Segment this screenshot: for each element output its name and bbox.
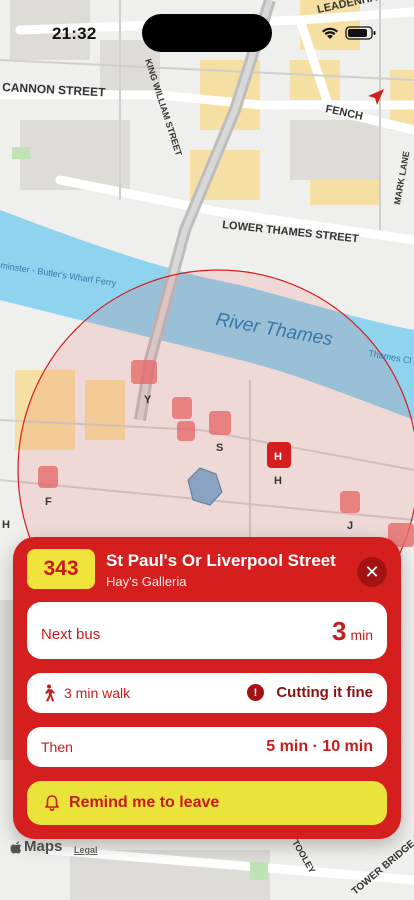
close-icon: ✕ [364, 561, 380, 582]
close-button[interactable]: ✕ [357, 557, 387, 587]
then-row: Then 5 min · 10 min [27, 727, 387, 767]
stop-letter-h: H [274, 475, 282, 487]
next-bus-label: Next bus [41, 626, 101, 643]
wifi-icon [322, 27, 338, 39]
dynamic-island [142, 14, 272, 52]
legal-link[interactable]: Legal [74, 845, 98, 855]
next-bus-minutes: 3 [331, 616, 347, 646]
next-bus-unit: min [350, 627, 373, 643]
bell-icon [45, 795, 59, 811]
warning-icon: ! [247, 684, 264, 701]
bus-info-card: 343 St Paul's Or Liverpool Street Hay's … [13, 537, 401, 839]
next-bus-value: 3 min [332, 616, 373, 647]
remind-me-button[interactable]: Remind me to leave [27, 781, 387, 825]
svg-text:H: H [274, 451, 282, 463]
stop-letter-j: J [347, 520, 353, 532]
walk-time-label: 3 min walk [64, 685, 131, 701]
apple-logo-icon [10, 841, 21, 853]
destination-title: St Paul's Or Liverpool Street [106, 551, 336, 570]
status-icons [322, 26, 376, 40]
remind-me-label: Remind me to leave [69, 794, 220, 811]
stop-letter-h-edge: H [2, 519, 10, 531]
then-value: 5 min · 10 min [266, 738, 373, 755]
stop-name: Hay's Galleria [106, 574, 187, 589]
then-label: Then [41, 739, 73, 755]
location-arrow-icon[interactable] [357, 80, 393, 116]
maps-label: Maps [24, 838, 63, 855]
maps-attribution: Maps [10, 838, 62, 855]
walking-person-icon [45, 684, 55, 702]
stop-letter-s: S [216, 442, 223, 454]
status-time: 21:32 [52, 24, 97, 43]
next-bus-row: Next bus 3 min [27, 602, 387, 659]
battery-icon [345, 26, 376, 40]
status-bar: 21:32 [0, 0, 414, 64]
walk-row: 3 min walk ! Cutting it fine [27, 673, 387, 713]
warning-label: Cutting it fine [276, 684, 373, 701]
stop-letter-y: Y [144, 394, 152, 406]
stop-letter-f: F [45, 496, 52, 508]
route-badge: 343 [27, 549, 95, 589]
